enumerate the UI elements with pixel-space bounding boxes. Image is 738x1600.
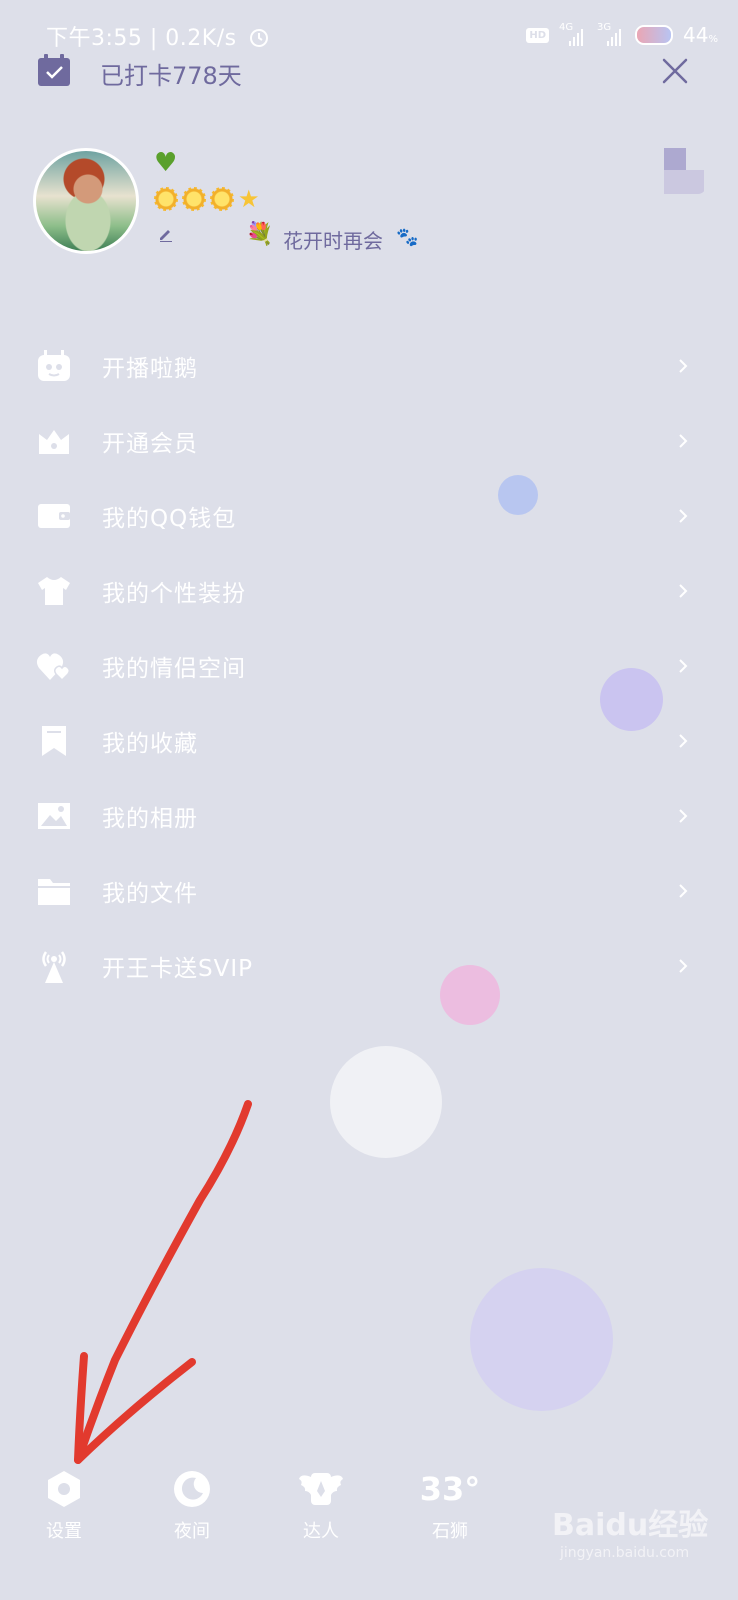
- signal-4g: 4G: [559, 22, 587, 48]
- settings-button[interactable]: 设置: [24, 1465, 104, 1543]
- night-mode-button[interactable]: 夜间: [152, 1465, 232, 1543]
- green-heart-icon[interactable]: ♥: [154, 150, 177, 176]
- menu-label: 开通会员: [102, 430, 198, 457]
- baidu-watermark-url: jingyan.baidu.com: [560, 1545, 690, 1561]
- star-level-icon: ★: [238, 185, 260, 213]
- chevron-right-icon: [679, 958, 688, 973]
- folder-icon: [36, 873, 72, 909]
- menu-item-favorites[interactable]: 我的收藏: [0, 703, 738, 778]
- menu-item-themes[interactable]: 我的个性装扮: [0, 553, 738, 628]
- baidu-watermark-logo: Baidu经验: [552, 1508, 709, 1543]
- temperature: 33°: [419, 1470, 481, 1508]
- qq-level-badges[interactable]: ★: [154, 187, 260, 211]
- wallet-icon: [36, 498, 72, 534]
- crown-icon: [36, 423, 72, 459]
- menu-label: 开王卡送SVIP: [102, 955, 253, 982]
- menu-item-couple-space[interactable]: 我的情侣空间: [0, 628, 738, 703]
- menu-label: 我的情侣空间: [102, 655, 246, 682]
- qr-code-icon[interactable]: [656, 148, 706, 194]
- sun-level-icon: [182, 187, 206, 211]
- sun-level-icon: [210, 187, 234, 211]
- menu-label: 我的收藏: [102, 730, 198, 757]
- menu-item-king-card[interactable]: 开王卡送SVIP: [0, 928, 738, 1003]
- menu-item-live[interactable]: 开播啦鹅: [0, 328, 738, 403]
- weather-widget[interactable]: 33° 石狮: [410, 1465, 490, 1543]
- close-icon[interactable]: [660, 56, 690, 86]
- decor-bubble: [330, 1046, 442, 1158]
- avatar[interactable]: [33, 148, 139, 254]
- chevron-right-icon: [679, 583, 688, 598]
- signal-3g: 3G: [597, 22, 625, 48]
- moon-icon: [174, 1471, 210, 1507]
- calendar-check-icon[interactable]: [36, 52, 72, 88]
- alarm-icon: [250, 29, 269, 47]
- battery-level: 44%: [683, 23, 718, 47]
- annotation-arrow: [74, 1100, 252, 1464]
- night-mode-label: 夜间: [174, 1521, 210, 1542]
- signal-tower-icon: [36, 948, 72, 984]
- expert-button[interactable]: 达人: [281, 1465, 361, 1543]
- city-label: 石狮: [432, 1521, 468, 1542]
- paw-icon: 🐾: [396, 227, 419, 248]
- expert-label: 达人: [303, 1521, 339, 1542]
- hd-badge: HD: [526, 27, 550, 43]
- gear-icon: [48, 1471, 80, 1507]
- winged-badge-icon: [299, 1473, 343, 1505]
- decor-bubble: [470, 1268, 613, 1411]
- signature-text[interactable]: 花开时再会: [283, 225, 383, 254]
- menu-label: 我的相册: [102, 805, 198, 832]
- menu-label: 我的文件: [102, 880, 198, 907]
- menu-item-membership[interactable]: 开通会员: [0, 403, 738, 478]
- checkin-days-label[interactable]: 已打卡778天: [100, 56, 242, 91]
- menu-item-album[interactable]: 我的相册: [0, 778, 738, 853]
- chevron-right-icon: [679, 358, 688, 373]
- chevron-right-icon: [679, 883, 688, 898]
- chevron-right-icon: [679, 808, 688, 823]
- settings-label: 设置: [46, 1521, 82, 1542]
- chevron-right-icon: [679, 433, 688, 448]
- hearts-icon: [36, 648, 72, 684]
- pencil-edit-icon[interactable]: [158, 226, 174, 242]
- tshirt-icon: [36, 573, 72, 609]
- menu-label: 我的QQ钱包: [102, 505, 237, 532]
- bookmark-icon: [36, 723, 72, 759]
- menu-label: 开播啦鹅: [102, 355, 198, 382]
- menu-label: 我的个性装扮: [102, 580, 246, 607]
- tv-robot-icon: [36, 348, 72, 384]
- photo-icon: [36, 798, 72, 834]
- menu-item-files[interactable]: 我的文件: [0, 853, 738, 928]
- status-left-text: 下午3:55 | 0.2K/s: [46, 26, 237, 51]
- menu-item-wallet[interactable]: 我的QQ钱包: [0, 478, 738, 553]
- sun-level-icon: [154, 187, 178, 211]
- flower-icon: 💐: [246, 222, 274, 247]
- chevron-right-icon: [679, 733, 688, 748]
- chevron-right-icon: [679, 658, 688, 673]
- status-right: HD 4G 3G 44%: [526, 20, 718, 50]
- status-time-speed: 下午3:55 | 0.2K/s: [46, 20, 270, 52]
- battery-icon: [635, 25, 674, 45]
- chevron-right-icon: [679, 508, 688, 523]
